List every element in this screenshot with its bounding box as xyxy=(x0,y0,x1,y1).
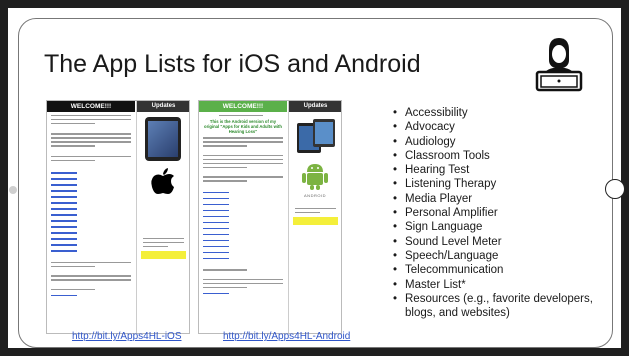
android-list-link[interactable]: http://bit.ly/Apps4HL-Android xyxy=(223,331,350,342)
android-thumbnail-updates: Updates ANDROID xyxy=(288,101,341,333)
list-item: Personal Amplifier xyxy=(393,206,613,221)
apple-logo-icon xyxy=(151,168,174,194)
android-thumbnail-main: WELCOME!!! This is the Android version o… xyxy=(199,101,287,333)
list-item: Media Player xyxy=(393,192,613,207)
slide-frame: The App Lists for iOS and Android WELCOM… xyxy=(0,0,629,356)
ios-thumbnail-header: WELCOME!!! xyxy=(47,101,135,112)
list-item: Listening Therapy xyxy=(393,177,613,192)
android-tagline: This is the Android version of my origin… xyxy=(204,119,282,134)
list-item: Accessibility xyxy=(393,106,613,121)
list-item: Telecommunication xyxy=(393,263,613,278)
ios-list-link[interactable]: http://bit.ly/Apps4HL-iOS xyxy=(72,331,182,342)
list-item: Classroom Tools xyxy=(393,149,613,164)
list-item: Hearing Test xyxy=(393,163,613,178)
ios-updates-header: Updates xyxy=(137,101,189,112)
android-thumbnail-header: WELCOME!!! xyxy=(199,101,287,112)
list-item: Advocacy xyxy=(393,120,613,135)
android-logo-text: ANDROID xyxy=(304,193,326,198)
list-item: Sign Language xyxy=(393,220,613,235)
list-item: Speech/Language xyxy=(393,249,613,264)
slide-title: The App Lists for iOS and Android xyxy=(44,50,421,78)
app-category-list: Accessibility Advocacy Audiology Classro… xyxy=(393,106,613,320)
ios-thumbnail-updates: Updates xyxy=(136,101,189,333)
ios-thumbnail-main: WELCOME!!! xyxy=(47,101,135,333)
ipad-image xyxy=(145,117,181,161)
android-robot-icon xyxy=(302,164,328,190)
slide-left-handle xyxy=(9,186,17,194)
list-item: Resources (e.g., favorite developers, bl… xyxy=(393,292,613,321)
android-list-thumbnail[interactable]: WELCOME!!! This is the Android version o… xyxy=(198,100,342,334)
list-item: Audiology xyxy=(393,135,613,150)
android-tablets-image xyxy=(297,119,335,153)
presenter-at-laptop-icon xyxy=(535,38,583,92)
android-updates-header: Updates xyxy=(289,101,341,112)
ios-list-thumbnail[interactable]: WELCOME!!! Updates xyxy=(46,100,190,334)
list-item: Master List* xyxy=(393,278,613,293)
list-item: Sound Level Meter xyxy=(393,235,613,250)
